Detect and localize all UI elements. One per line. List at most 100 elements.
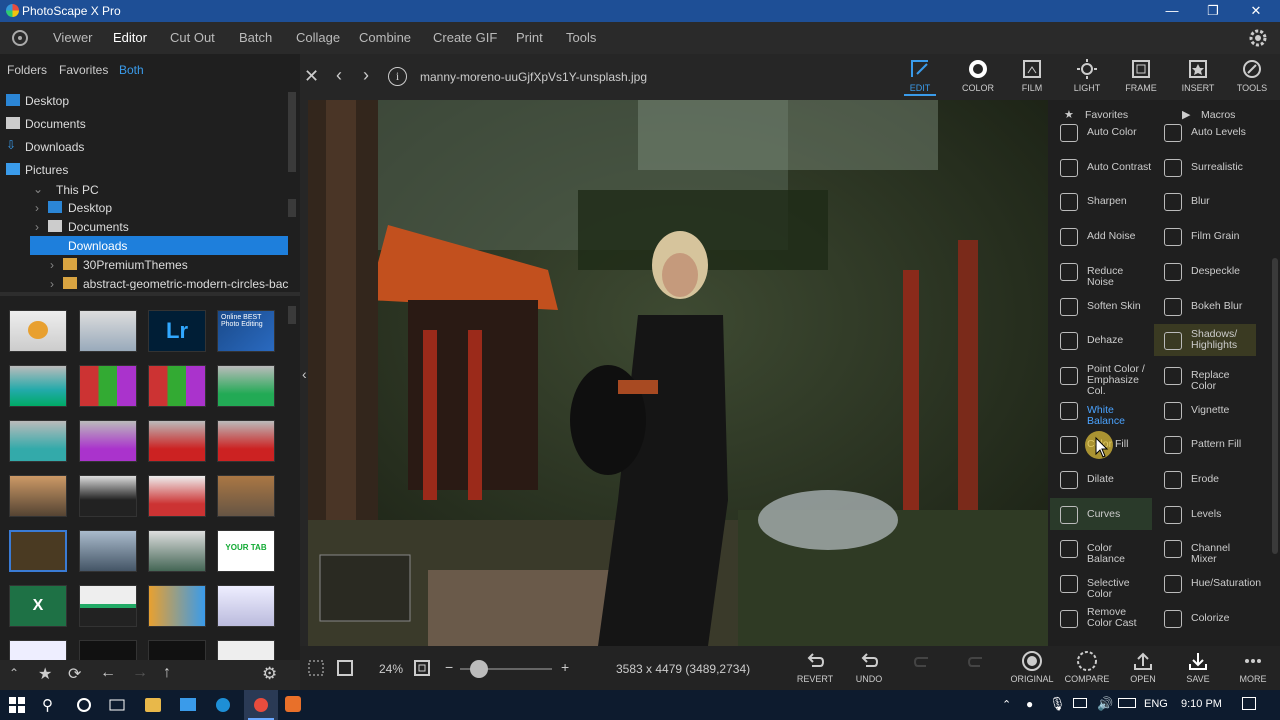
thumbnail[interactable] (9, 310, 67, 352)
thumbnail-online-editing[interactable]: Online BEST Photo Editing (217, 310, 275, 352)
menu-combine[interactable]: Combine (359, 30, 411, 45)
filter-film-grain[interactable]: Film Grain (1154, 220, 1256, 252)
tree-scrollbar[interactable] (288, 199, 296, 217)
microphone-icon[interactable]: 🎙 (1049, 696, 1066, 712)
filter-erode[interactable]: Erode (1154, 463, 1256, 495)
tool-tab-edit[interactable]: EDIT (896, 58, 944, 93)
photo-canvas[interactable] (308, 100, 1048, 646)
thumbnail[interactable] (79, 420, 137, 462)
tab-favorites[interactable]: Favorites (59, 63, 108, 77)
thumbnail[interactable] (79, 475, 137, 517)
filter-auto-levels[interactable]: Auto Levels (1154, 124, 1256, 148)
thumbnail[interactable] (148, 475, 206, 517)
thumbnail[interactable] (148, 530, 206, 572)
original-button[interactable]: ORIGINAL (1007, 650, 1057, 684)
tool-tab-color[interactable]: COLOR (954, 58, 1002, 93)
actual-size-icon[interactable] (336, 659, 354, 677)
filter-auto-contrast[interactable]: Auto Contrast (1050, 151, 1152, 183)
compare-button[interactable]: COMPARE (1062, 650, 1112, 684)
app-home-icon[interactable] (10, 28, 30, 48)
browser-settings-gear-icon[interactable]: ⚙ (262, 664, 277, 684)
tray-chevron-icon[interactable]: ⌃ (1002, 698, 1011, 711)
favorite-pictures[interactable]: Pictures (0, 159, 285, 181)
thumbnail[interactable] (217, 640, 275, 660)
tray-app-icon[interactable]: ● (1026, 697, 1033, 711)
undo-button[interactable]: UNDO (844, 650, 894, 684)
thumbnail-selected[interactable] (9, 530, 67, 572)
tool-tab-light[interactable]: LIGHT (1063, 58, 1111, 93)
menu-collage[interactable]: Collage (296, 30, 340, 45)
filter-vignette[interactable]: Vignette (1154, 394, 1256, 426)
thumbnail[interactable] (217, 420, 275, 462)
tree-item-downloads[interactable]: Downloads (30, 236, 288, 255)
menu-cut-out[interactable]: Cut Out (170, 30, 215, 45)
favorites-scrollbar[interactable] (288, 92, 296, 172)
filter-point-color-emphasize-col[interactable]: Point Color / Emphasize Col. (1050, 359, 1152, 396)
thumbnail[interactable] (79, 585, 137, 627)
thumbnail[interactable] (148, 420, 206, 462)
tree-item-documents[interactable]: › Documents (0, 217, 288, 236)
tool-tab-tools[interactable]: TOOLS (1228, 58, 1276, 93)
tool-tab-insert[interactable]: INSERT (1174, 58, 1222, 93)
fit-screen-icon[interactable] (413, 659, 431, 677)
filter-sharpen[interactable]: Sharpen (1050, 185, 1152, 217)
thumbnail-lightroom[interactable]: Lr (148, 310, 206, 352)
filter-blur[interactable]: Blur (1154, 185, 1256, 217)
thumbnail[interactable] (79, 530, 137, 572)
thumbnail[interactable] (217, 585, 275, 627)
favorites-filter-tab[interactable]: Favorites (1085, 109, 1128, 121)
tree-item-desktop[interactable]: › Desktop (0, 198, 288, 217)
menu-print[interactable]: Print (516, 30, 543, 45)
filter-pattern-fill[interactable]: Pattern Fill (1154, 428, 1256, 460)
file-explorer-icon[interactable] (145, 698, 161, 712)
redo-button[interactable] (898, 650, 948, 674)
edge-browser-icon[interactable] (214, 696, 232, 714)
volume-icon[interactable]: 🔊 (1097, 696, 1113, 712)
filter-replace-color[interactable]: Replace Color (1154, 359, 1256, 391)
tree-item-30premiumthemes[interactable]: › 30PremiumThemes (0, 255, 288, 274)
menu-batch[interactable]: Batch (239, 30, 272, 45)
thumbnail[interactable] (79, 640, 137, 660)
filter-curves[interactable]: Curves (1050, 497, 1152, 530)
menu-create-gif[interactable]: Create GIF (433, 30, 497, 45)
cortana-icon[interactable] (75, 696, 93, 714)
favorite-downloads[interactable]: ⇩ Downloads (0, 136, 285, 158)
settings-gear-icon[interactable] (1247, 27, 1269, 49)
filter-white-balance[interactable]: White Balance (1050, 394, 1152, 426)
collapse-left-panel-icon[interactable]: ‹ (302, 366, 307, 382)
thumbnail-scrollbar[interactable] (288, 306, 296, 324)
thumbnail[interactable] (9, 365, 67, 407)
favorite-documents[interactable]: Documents (0, 113, 285, 135)
filter-surrealistic[interactable]: Surrealistic (1154, 151, 1256, 183)
close-window-button[interactable]: ✕ (1246, 2, 1266, 20)
tree-item-abstract[interactable]: › abstract-geometric-modern-circles-backg (0, 274, 288, 290)
thumbnail[interactable] (79, 310, 137, 352)
search-icon[interactable]: ⚲ (42, 696, 60, 714)
tool-tab-frame[interactable]: FRAME (1117, 58, 1165, 93)
filter-soften-skin[interactable]: Soften Skin (1050, 290, 1152, 322)
filter-remove-color-cast[interactable]: Remove Color Cast (1050, 602, 1152, 634)
tool-tab-film[interactable]: FILM (1008, 58, 1056, 93)
panel-splitter[interactable] (0, 292, 300, 296)
collapse-chevron-icon[interactable]: ⌃ (9, 666, 19, 680)
close-image-icon[interactable]: ✕ (304, 66, 319, 87)
maximize-button[interactable]: ❐ (1203, 2, 1223, 20)
thumbnail[interactable] (79, 365, 137, 407)
zoom-slider-thumb[interactable] (470, 660, 488, 678)
macros-tab[interactable]: Macros (1201, 109, 1235, 121)
thumbnail-excel[interactable]: X (9, 585, 67, 627)
revert-button[interactable]: REVERT (790, 650, 840, 684)
minimize-button[interactable]: — (1162, 2, 1182, 20)
thumbnail[interactable] (9, 475, 67, 517)
thumbnail-your-tab[interactable]: YOUR TAB (217, 530, 275, 572)
thumbnail[interactable] (9, 420, 67, 462)
photoscape-taskbar-item[interactable] (244, 690, 278, 720)
thumbnail[interactable] (9, 640, 67, 660)
zoom-in-icon[interactable]: + (561, 659, 569, 675)
thumbnail[interactable] (148, 365, 206, 407)
windows-start-icon[interactable] (8, 696, 26, 714)
filter-selective-color[interactable]: Selective Color (1050, 567, 1152, 600)
network-icon[interactable] (1073, 698, 1087, 708)
filter-reduce-noise[interactable]: Reduce Noise (1050, 255, 1152, 287)
filter-dilate[interactable]: Dilate (1050, 463, 1152, 495)
